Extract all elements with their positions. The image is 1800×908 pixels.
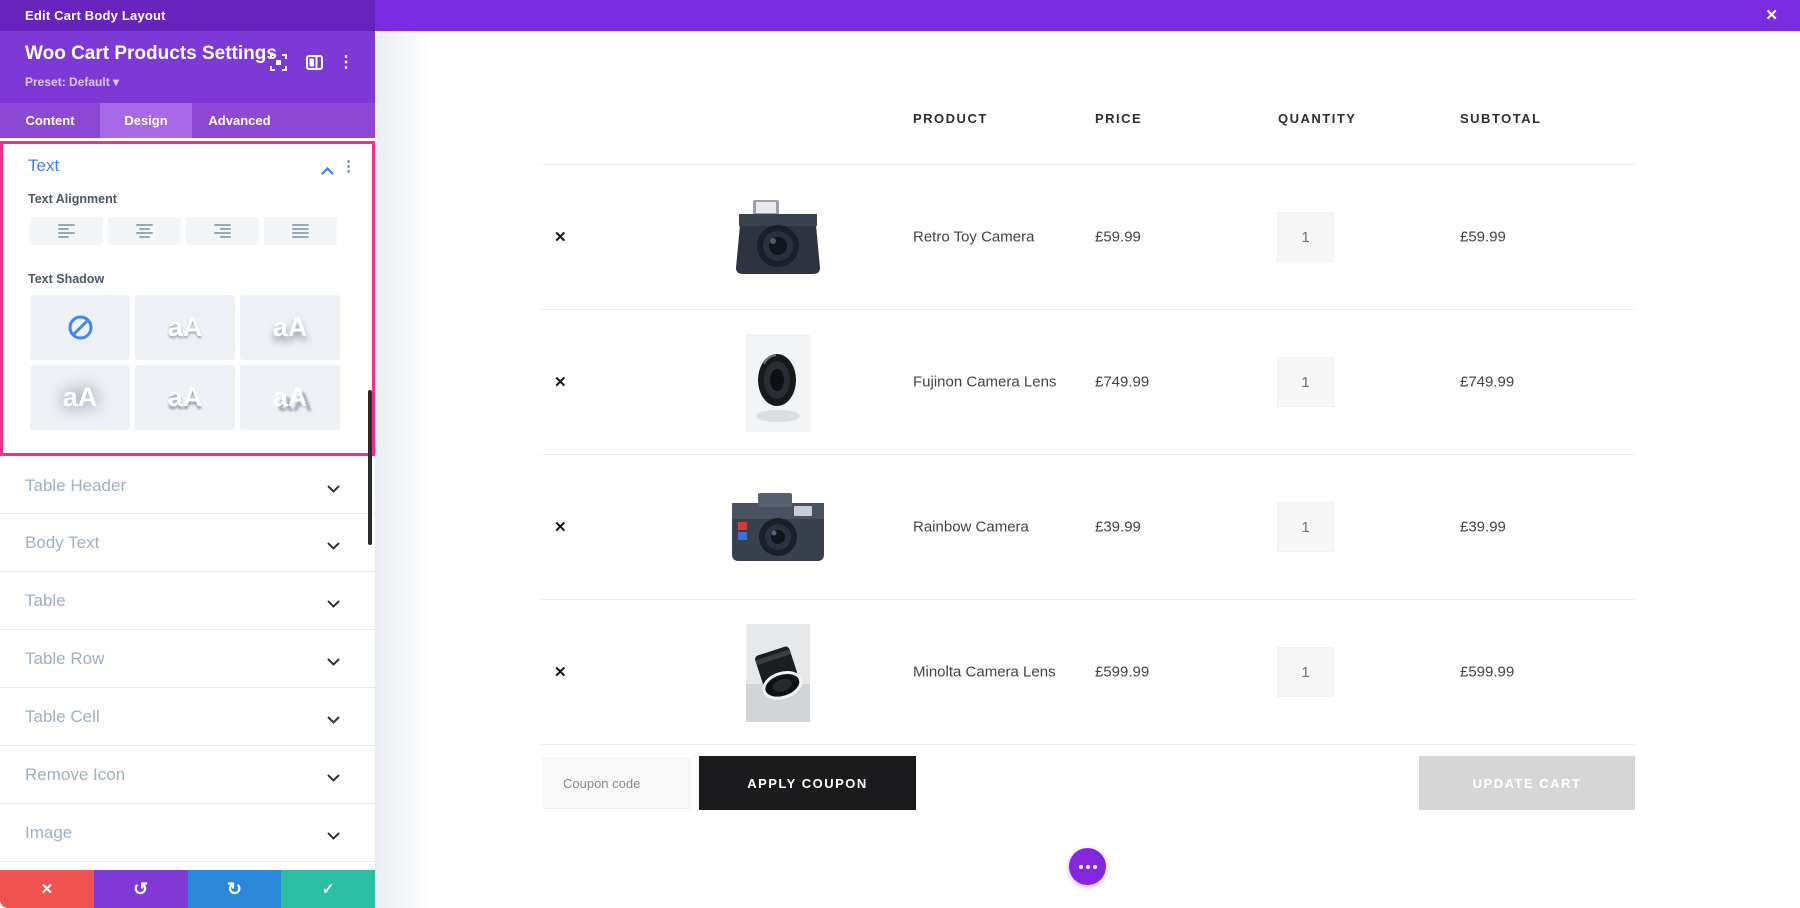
product-image-minolta-camera-lens[interactable]	[705, 600, 850, 745]
shadow-soft-button[interactable]: aA	[135, 295, 235, 360]
settings-panel: Woo Cart Products Settings Preset: Defau…	[0, 31, 375, 908]
section-table-row[interactable]: Table Row	[0, 630, 375, 688]
dot-icon	[1078, 864, 1083, 869]
undo-button[interactable]: ↺	[93, 870, 188, 908]
shadow-offset-button[interactable]: aA	[240, 365, 340, 430]
builder-topbar: Edit Cart Body Layout ✕	[0, 0, 1800, 31]
dot-icon	[1092, 864, 1097, 869]
coupon-code-input[interactable]	[543, 758, 690, 809]
product-price: £39.99	[1095, 518, 1141, 536]
quantity-input[interactable]	[1277, 357, 1334, 407]
shadow-tight-button[interactable]: aA	[135, 365, 235, 430]
preset-caret-icon: ▾	[113, 75, 120, 89]
module-more-options-button[interactable]	[1069, 848, 1106, 885]
product-name-link[interactable]: Rainbow Camera	[913, 519, 1029, 536]
column-quantity: QUANTITY	[1278, 111, 1357, 126]
save-button[interactable]: ✓	[281, 870, 375, 908]
align-justify-button[interactable]	[264, 217, 337, 245]
product-subtotal: £59.99	[1460, 228, 1506, 246]
product-image-rainbow-camera[interactable]	[705, 455, 850, 600]
product-subtotal: £39.99	[1460, 518, 1506, 536]
cart-table: PRODUCT PRICE QUANTITY SUBTOTAL ✕ Retro …	[540, 95, 1635, 825]
product-name-link[interactable]: Minolta Camera Lens	[913, 664, 1056, 681]
close-builder-icon[interactable]: ✕	[1765, 0, 1778, 31]
chevron-down-icon	[327, 769, 340, 787]
cart-actions-row: APPLY COUPON UPDATE CART	[540, 745, 1635, 825]
settings-accordion: Table Header Body Text Table Table Row T…	[0, 456, 375, 862]
chevron-down-icon	[327, 711, 340, 729]
align-left-button[interactable]	[30, 217, 103, 245]
collapse-section-icon[interactable]	[321, 162, 334, 180]
panel-scrollbar[interactable]	[368, 390, 372, 545]
preset-selector[interactable]: Preset: Default ▾	[25, 75, 119, 89]
panel-more-menu-icon[interactable]: ⋮	[335, 51, 357, 73]
section-table[interactable]: Table	[0, 572, 375, 630]
column-subtotal: SUBTOTAL	[1460, 111, 1542, 126]
chevron-down-icon	[327, 827, 340, 845]
product-subtotal: £599.99	[1460, 663, 1515, 681]
shadow-drop-button[interactable]: aA	[240, 295, 340, 360]
quantity-input[interactable]	[1277, 647, 1334, 697]
text-settings-section: Text ⋮ Text Alignment Text Shadow aA aA …	[0, 141, 375, 456]
text-alignment-label: Text Alignment	[28, 192, 117, 206]
column-product: PRODUCT	[913, 111, 988, 126]
product-name-link[interactable]: Retro Toy Camera	[913, 229, 1034, 246]
product-name-link[interactable]: Fujinon Camera Lens	[913, 374, 1056, 391]
settings-panel-title: Woo Cart Products Settings	[25, 43, 277, 64]
settings-tabs: Content Design Advanced	[0, 103, 375, 138]
text-section-title[interactable]: Text	[28, 156, 59, 176]
dot-icon	[1085, 864, 1090, 869]
tab-advanced[interactable]: Advanced	[192, 103, 287, 138]
split-view-icon[interactable]	[303, 51, 325, 73]
text-shadow-label: Text Shadow	[28, 272, 105, 286]
cart-row: ✕ Retro Toy Camera £59.99 £59.99	[540, 165, 1635, 310]
section-image[interactable]: Image	[0, 804, 375, 862]
redo-button[interactable]: ↻	[187, 870, 282, 908]
tab-content[interactable]: Content	[0, 103, 100, 138]
section-remove-icon[interactable]: Remove Icon	[0, 746, 375, 804]
chevron-down-icon	[327, 537, 340, 555]
remove-item-icon[interactable]: ✕	[554, 228, 567, 246]
product-price: £749.99	[1095, 373, 1150, 391]
section-body-text[interactable]: Body Text	[0, 514, 375, 572]
apply-coupon-button[interactable]: APPLY COUPON	[699, 756, 916, 810]
shadow-none-button[interactable]	[30, 295, 130, 360]
product-image-retro-toy-camera[interactable]	[705, 165, 850, 310]
product-subtotal: £749.99	[1460, 373, 1515, 391]
no-shadow-icon	[68, 315, 92, 340]
cart-table-header: PRODUCT PRICE QUANTITY SUBTOTAL	[540, 95, 1635, 165]
chevron-down-icon	[327, 653, 340, 671]
section-table-header[interactable]: Table Header	[0, 456, 375, 514]
tab-design[interactable]: Design	[100, 103, 192, 138]
align-center-button[interactable]	[108, 217, 181, 245]
discard-button[interactable]: ✕	[0, 870, 94, 908]
text-shadow-options: aA aA aA aA aA	[30, 295, 340, 430]
topbar-title: Edit Cart Body Layout	[25, 8, 166, 23]
cart-row: ✕ Minolta Camera Lens £599.99 £599	[540, 600, 1635, 745]
shadow-glow-button[interactable]: aA	[30, 365, 130, 430]
preset-label: Preset: Default	[25, 75, 110, 89]
settings-panel-header: Woo Cart Products Settings Preset: Defau…	[0, 31, 375, 103]
align-right-button[interactable]	[186, 217, 259, 245]
preview-canvas: PRODUCT PRICE QUANTITY SUBTOTAL ✕ Retro …	[375, 31, 1800, 908]
column-price: PRICE	[1095, 111, 1143, 126]
section-table-cell[interactable]: Table Cell	[0, 688, 375, 746]
chevron-down-icon	[327, 480, 340, 498]
product-price: £59.99	[1095, 228, 1141, 246]
focus-mode-icon[interactable]	[267, 51, 289, 73]
product-image-fujinon-camera-lens[interactable]	[705, 310, 850, 455]
update-cart-button[interactable]: UPDATE CART	[1419, 756, 1635, 810]
text-alignment-options	[30, 217, 337, 245]
remove-item-icon[interactable]: ✕	[554, 373, 567, 391]
quantity-input[interactable]	[1277, 502, 1334, 552]
text-section-menu-icon[interactable]: ⋮	[341, 157, 356, 175]
remove-item-icon[interactable]: ✕	[554, 518, 567, 536]
cart-row: ✕ Fujinon Camera Lens £749.99 £749.99	[540, 310, 1635, 455]
product-price: £599.99	[1095, 663, 1150, 681]
cart-row: ✕ Rainbow Camera £39.99 £39.99	[540, 455, 1635, 600]
quantity-input[interactable]	[1277, 212, 1334, 262]
remove-item-icon[interactable]: ✕	[554, 663, 567, 681]
chevron-down-icon	[327, 595, 340, 613]
panel-footer-actions: ✕ ↺ ↻ ✓	[0, 870, 375, 908]
